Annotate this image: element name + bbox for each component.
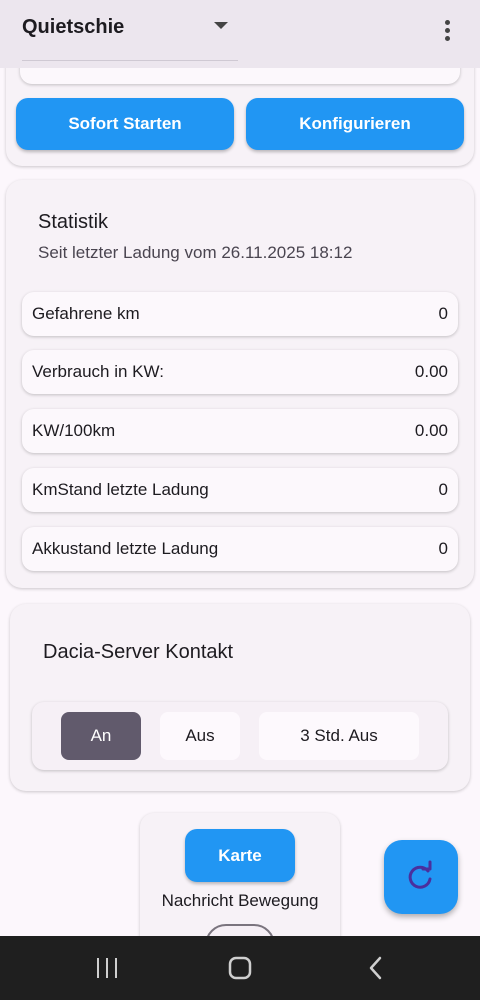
stat-value: 0.00 [414, 362, 448, 381]
stat-row-distance: Gefahrene km 0 [22, 292, 458, 336]
recent-apps-icon[interactable] [92, 956, 122, 980]
stat-label: KmStand letzte Ladung [32, 480, 209, 499]
segment-off-3h[interactable]: 3 Std. Aus [259, 712, 419, 760]
more-vert-icon[interactable] [436, 20, 458, 46]
server-contact-title: Dacia-Server Kontakt [43, 641, 234, 663]
chevron-down-icon [214, 22, 228, 29]
segment-on[interactable]: An [61, 712, 141, 760]
server-contact-toggle: An Aus 3 Std. Aus [32, 702, 448, 770]
configure-button[interactable]: Konfigurieren [246, 98, 464, 150]
start-now-button[interactable]: Sofort Starten [16, 98, 234, 150]
system-nav-bar [0, 936, 480, 1000]
stat-label: Gefahrene km [32, 304, 140, 323]
vehicle-dropdown[interactable]: Quietschie [22, 14, 238, 61]
vehicle-name: Quietschie [22, 16, 125, 38]
stat-value: 0 [438, 304, 448, 323]
stat-value: 0 [438, 539, 448, 558]
stat-row-consumption: Verbrauch in KW: 0.00 [22, 350, 458, 394]
home-icon[interactable] [226, 954, 254, 982]
stat-value: 0.00 [414, 421, 448, 440]
stat-value: 0 [438, 480, 448, 499]
refresh-fab[interactable] [384, 840, 458, 914]
segment-off[interactable]: Aus [160, 712, 240, 760]
map-button[interactable]: Karte [185, 829, 295, 882]
motion-notification-label: Nachricht Bewegung [161, 891, 319, 910]
stat-label: KW/100km [32, 421, 116, 440]
stat-row-odometer: KmStand letzte Ladung 0 [22, 468, 458, 512]
stat-label: Akkustand letzte Ladung [32, 539, 219, 558]
statistics-title: Statistik [38, 211, 109, 233]
app-bar: Quietschie [0, 0, 480, 68]
refresh-icon [408, 860, 432, 889]
statistics-subtitle: Seit letzter Ladung vom 26.11.2025 18:12 [38, 243, 353, 262]
stat-row-battery: Akkustand letzte Ladung 0 [22, 527, 458, 571]
stat-label: Verbrauch in KW: [32, 362, 164, 381]
back-icon[interactable] [364, 954, 388, 982]
stat-row-kw-per-100km: KW/100km 0.00 [22, 409, 458, 453]
